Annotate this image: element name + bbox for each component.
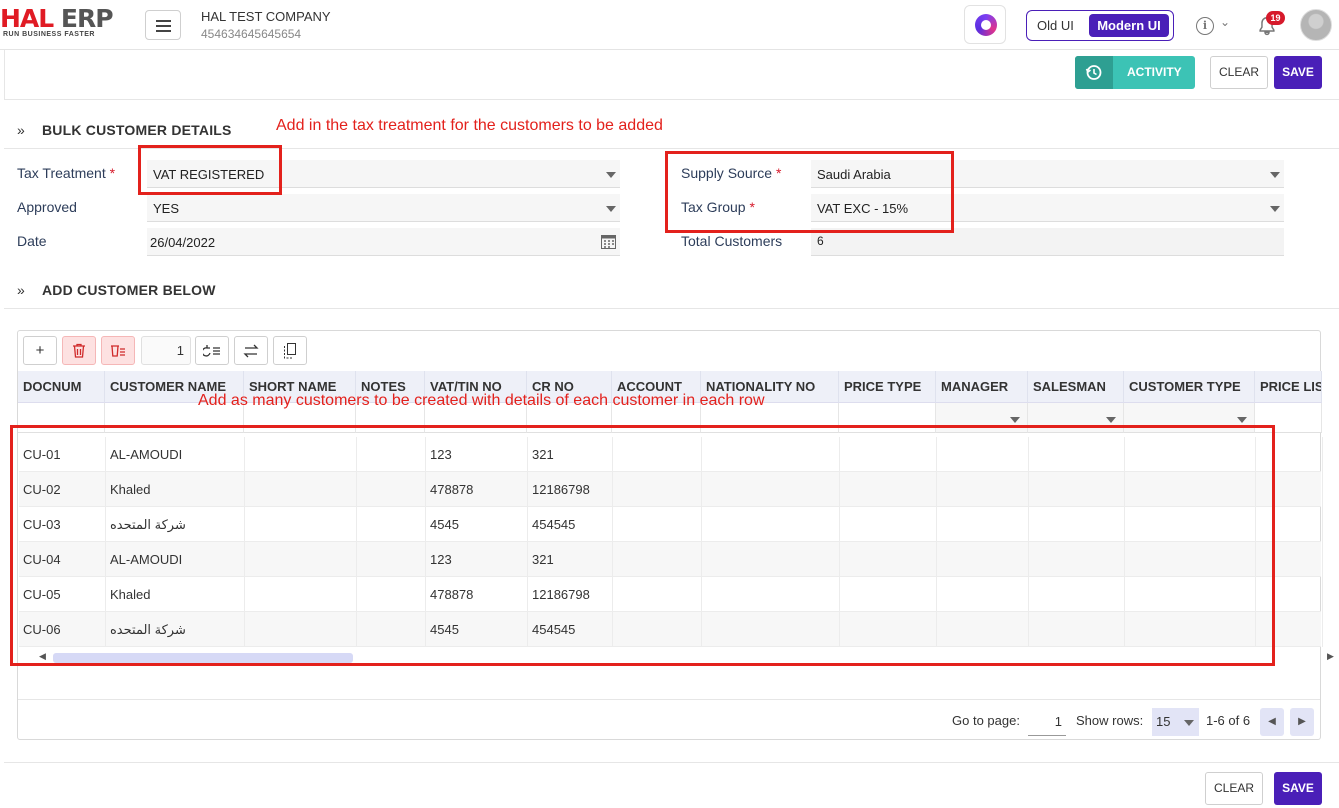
required-marker: * [109, 165, 116, 181]
double-chevron-icon[interactable]: » [17, 122, 25, 138]
hamburger-icon [156, 20, 171, 22]
company-name: HAL TEST COMPANY [201, 9, 331, 24]
column-header[interactable]: PRICE LIST [1255, 371, 1322, 403]
copy-button[interactable] [273, 336, 307, 365]
chevron-down-icon[interactable]: ⌄ [1220, 15, 1230, 29]
column-header[interactable]: PRICE TYPE [839, 371, 936, 403]
approved-value: YES [153, 201, 180, 216]
show-rows-value: 15 [1156, 714, 1171, 729]
date-input[interactable] [147, 228, 620, 256]
divider [4, 308, 1339, 309]
delete-all-button[interactable] [101, 336, 135, 365]
chevron-down-icon [1010, 417, 1020, 423]
bottom-save-button[interactable]: SAVE [1274, 772, 1322, 805]
next-page-button[interactable]: ▶ [1290, 708, 1314, 736]
divider [18, 699, 1320, 700]
row-count-input[interactable]: 1 [141, 336, 191, 365]
chevron-down-icon [1184, 720, 1194, 726]
column-header[interactable]: CUSTOMER TYPE [1124, 371, 1255, 403]
column-header[interactable]: SALESMAN [1028, 371, 1124, 403]
section-title-add-customer: ADD CUSTOMER BELOW [42, 282, 216, 298]
chevron-down-icon [1270, 172, 1280, 178]
delete-row-button[interactable] [62, 336, 96, 365]
date-value: 26/04/2022 [150, 235, 216, 250]
old-ui-option[interactable]: Old UI [1037, 18, 1074, 33]
assistant-icon [975, 14, 997, 36]
annotation-box-supply-tax [665, 151, 954, 233]
info-icon[interactable]: i [1196, 17, 1214, 35]
logo[interactable]: HAL ERP [0, 4, 114, 34]
total-customers-label: Total Customers [681, 233, 783, 249]
history-icon [1075, 56, 1113, 89]
annotation-grid: Add as many customers to be created with… [198, 392, 765, 409]
approved-select[interactable] [147, 194, 620, 222]
menu-toggle-button[interactable] [145, 10, 181, 40]
goto-page-input[interactable]: 1 [1028, 708, 1066, 736]
show-rows-label: Show rows: [1076, 713, 1144, 728]
column-header[interactable]: MANAGER [936, 371, 1028, 403]
chevron-down-icon [606, 172, 616, 178]
activity-button[interactable]: ACTIVITY [1075, 56, 1195, 89]
add-row-button[interactable]: + [23, 336, 57, 365]
chevron-down-icon [1106, 417, 1116, 423]
tax-treatment-label: Tax Treatment * [17, 165, 115, 181]
prev-page-button[interactable]: ◀ [1260, 708, 1284, 736]
scroll-right-icon[interactable]: ▶ [1327, 651, 1334, 662]
annotation-box-tax-treatment [138, 145, 282, 195]
top-bar: HAL ERP RUN BUSINESS FASTER HAL TEST COM… [0, 0, 1339, 50]
section-title-bulk-customer: BULK CUSTOMER DETAILS [42, 122, 232, 138]
notification-badge: 19 [1266, 11, 1285, 25]
bottom-clear-button[interactable]: CLEAR [1205, 772, 1263, 805]
avatar[interactable] [1300, 9, 1332, 41]
list-insert-icon [201, 345, 220, 357]
ui-toggle: Old UI Modern UI [1026, 10, 1174, 41]
activity-label: ACTIVITY [1127, 65, 1182, 79]
assistant-button[interactable] [964, 5, 1006, 44]
modern-ui-option[interactable]: Modern UI [1089, 14, 1169, 37]
trash-icon [73, 343, 85, 358]
delete-list-icon [111, 345, 125, 357]
annotation-tax-treatment: Add in the tax treatment for the custome… [276, 117, 663, 134]
annotation-box-grid [10, 425, 1275, 666]
tax-treatment-label-text: Tax Treatment [17, 165, 106, 181]
approved-label: Approved [17, 199, 77, 215]
total-customers-value: 6 [817, 234, 824, 248]
divider [4, 762, 1339, 763]
page-range: 1-6 of 6 [1206, 713, 1251, 728]
copy-icon [284, 343, 296, 359]
column-header[interactable]: DOCNUM [18, 371, 105, 403]
date-label: Date [17, 233, 47, 249]
chevron-down-icon [1237, 417, 1247, 423]
logo-tagline: RUN BUSINESS FASTER [3, 31, 95, 38]
swap-button[interactable] [234, 336, 268, 365]
chevron-down-icon [1270, 206, 1280, 212]
hamburger-icon-line [156, 25, 171, 27]
insert-rows-button[interactable] [195, 336, 229, 365]
logo-hal: HAL [0, 4, 54, 33]
save-button[interactable]: SAVE [1274, 56, 1322, 89]
double-chevron-icon[interactable]: » [17, 282, 25, 298]
hamburger-icon-line [156, 30, 171, 32]
chevron-down-icon [606, 206, 616, 212]
goto-page-label: Go to page: [952, 713, 1020, 728]
clear-button[interactable]: CLEAR [1210, 56, 1268, 89]
logo-erp: ERP [60, 4, 114, 33]
company-id: 454634645645654 [201, 27, 302, 41]
calendar-icon[interactable] [601, 235, 616, 249]
swap-arrows-icon [243, 344, 259, 358]
